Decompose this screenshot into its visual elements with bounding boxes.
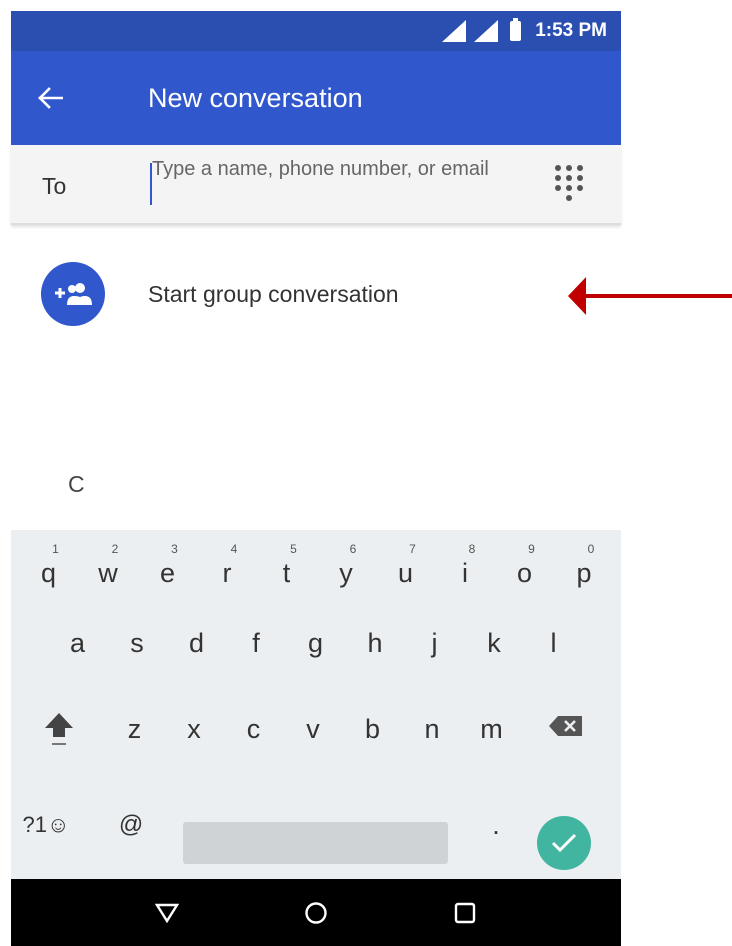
key-t[interactable]: 5t bbox=[257, 536, 316, 606]
shift-icon bbox=[45, 713, 73, 745]
signal-icon-2 bbox=[474, 20, 499, 42]
symbols-key[interactable]: ?1☺ bbox=[17, 788, 75, 858]
shift-key[interactable] bbox=[29, 692, 89, 762]
check-icon bbox=[551, 833, 577, 853]
group-conversation-label: Start group conversation bbox=[148, 281, 399, 307]
key-label: y bbox=[339, 558, 353, 588]
nav-home-button[interactable] bbox=[281, 879, 351, 946]
key-hint: 9 bbox=[528, 542, 535, 556]
recipient-input[interactable] bbox=[152, 159, 552, 209]
back-button[interactable] bbox=[37, 51, 87, 145]
key-hint: 8 bbox=[468, 542, 476, 556]
key-label: w bbox=[98, 558, 118, 588]
nav-back-icon bbox=[155, 903, 179, 923]
key-hint: 7 bbox=[409, 542, 416, 556]
keyboard-row-1: 1q2w3e4r5t6y7u8i9o0p bbox=[11, 536, 621, 606]
backspace-icon bbox=[549, 716, 582, 736]
phone-screen: 1:53 PM New conversation To Type a name,… bbox=[11, 0, 621, 946]
key-label: i bbox=[462, 558, 468, 588]
at-key[interactable]: @ bbox=[111, 788, 151, 858]
contacts-section-header: C bbox=[68, 471, 85, 497]
period-key[interactable]: . bbox=[481, 788, 511, 858]
nav-back-button[interactable] bbox=[132, 879, 202, 946]
key-v[interactable]: v bbox=[284, 692, 343, 762]
key-n[interactable]: n bbox=[403, 692, 462, 762]
key-o[interactable]: 9o bbox=[495, 536, 554, 606]
nav-recents-button[interactable] bbox=[430, 879, 500, 946]
keyboard-row-3: zxcvbnm bbox=[11, 692, 621, 762]
keyboard-row-2: asdfghjkl bbox=[11, 606, 621, 676]
key-c[interactable]: c bbox=[224, 692, 283, 762]
key-i[interactable]: 8i bbox=[436, 536, 495, 606]
key-h[interactable]: h bbox=[346, 606, 405, 676]
soft-keyboard: 1q2w3e4r5t6y7u8i9o0p asdfghjkl zxcvbnm ?… bbox=[11, 530, 621, 879]
dialpad-button[interactable] bbox=[551, 163, 587, 205]
key-u[interactable]: 7u bbox=[376, 536, 435, 606]
key-z[interactable]: z bbox=[105, 692, 164, 762]
key-b[interactable]: b bbox=[343, 692, 402, 762]
key-label: e bbox=[159, 558, 176, 588]
key-g[interactable]: g bbox=[286, 606, 345, 676]
nav-bar bbox=[11, 879, 621, 946]
key-label: q bbox=[40, 558, 57, 588]
key-d[interactable]: d bbox=[167, 606, 226, 676]
key-hint: 3 bbox=[171, 542, 178, 556]
status-icons: 1:53 PM bbox=[442, 11, 607, 51]
key-e[interactable]: 3e bbox=[138, 536, 197, 606]
page-title: New conversation bbox=[148, 83, 363, 113]
app-bar: New conversation bbox=[11, 51, 621, 145]
key-label: p bbox=[576, 558, 592, 588]
key-label: o bbox=[516, 558, 533, 588]
key-hint: 0 bbox=[587, 542, 595, 556]
key-y[interactable]: 6y bbox=[317, 536, 376, 606]
key-hint: 2 bbox=[111, 542, 119, 556]
key-hint: 5 bbox=[290, 542, 297, 556]
arrow-back-icon bbox=[38, 87, 63, 109]
key-f[interactable]: f bbox=[227, 606, 286, 676]
battery-icon bbox=[510, 18, 522, 41]
key-s[interactable]: s bbox=[108, 606, 167, 676]
nav-home-icon bbox=[305, 901, 327, 924]
key-m[interactable]: m bbox=[462, 692, 521, 762]
key-hint: 1 bbox=[52, 542, 59, 556]
status-time: 1:53 PM bbox=[535, 20, 607, 41]
key-l[interactable]: l bbox=[524, 606, 583, 676]
annotation-arrow bbox=[568, 277, 732, 315]
group-add-icon bbox=[41, 262, 105, 326]
key-a[interactable]: a bbox=[48, 606, 107, 676]
key-j[interactable]: j bbox=[405, 606, 464, 676]
start-group-conversation-item[interactable]: Start group conversation bbox=[11, 240, 621, 350]
dialpad-icon bbox=[555, 165, 561, 171]
key-p[interactable]: 0p bbox=[555, 536, 614, 606]
key-label: t bbox=[282, 558, 291, 588]
to-label: To bbox=[42, 173, 67, 199]
key-r[interactable]: 4r bbox=[198, 536, 257, 606]
to-row: To bbox=[11, 145, 621, 225]
space-bar[interactable] bbox=[183, 822, 448, 864]
key-x[interactable]: x bbox=[165, 692, 224, 762]
backspace-key[interactable] bbox=[536, 692, 596, 762]
key-hint: 6 bbox=[349, 542, 357, 556]
enter-key[interactable] bbox=[537, 816, 591, 870]
key-k[interactable]: k bbox=[465, 606, 524, 676]
key-q[interactable]: 1q bbox=[19, 536, 78, 606]
key-hint: 4 bbox=[230, 542, 238, 556]
key-label: u bbox=[397, 558, 414, 588]
signal-icon bbox=[442, 20, 467, 42]
nav-recents-icon bbox=[454, 902, 476, 923]
status-bar: 1:53 PM bbox=[11, 11, 621, 51]
key-label: r bbox=[222, 558, 232, 588]
key-w[interactable]: 2w bbox=[79, 536, 138, 606]
